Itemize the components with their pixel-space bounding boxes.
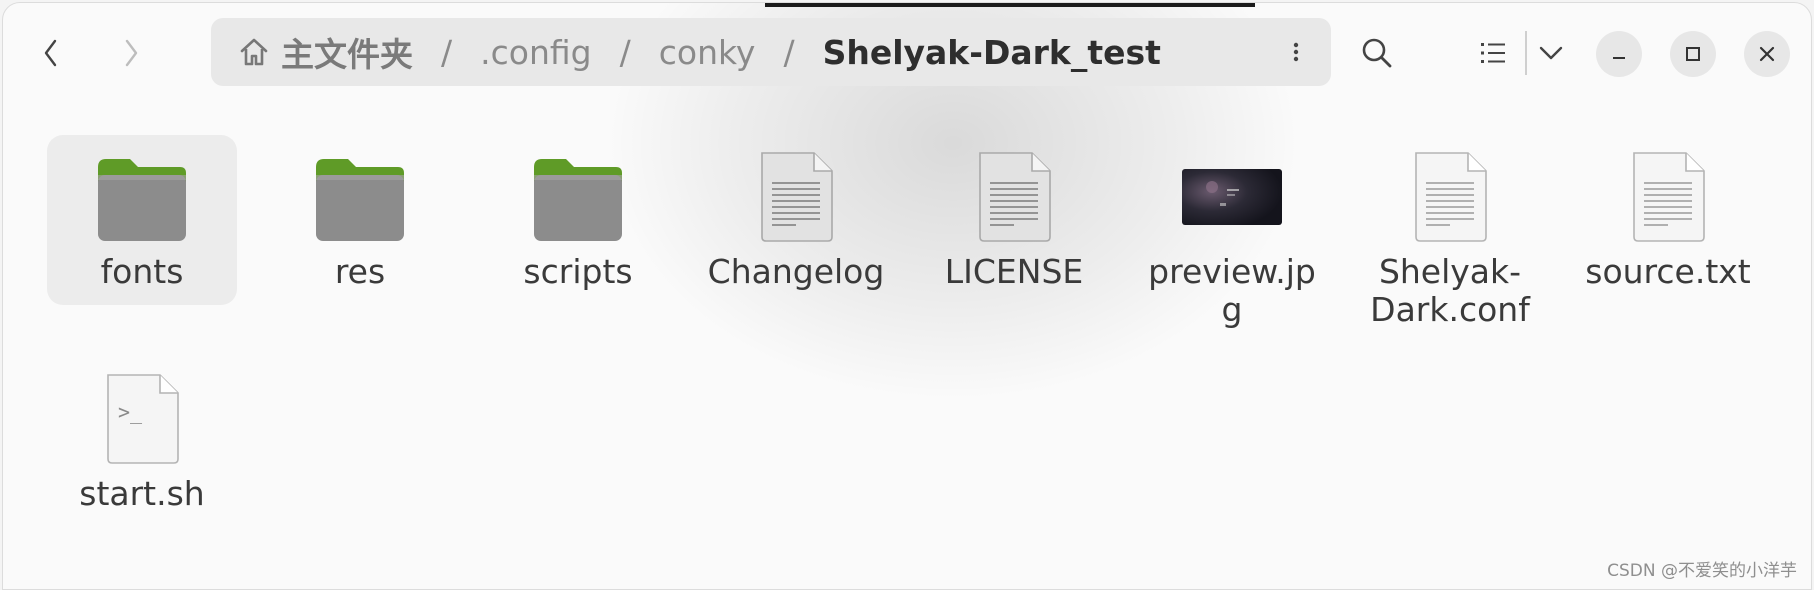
text-file-icon	[919, 135, 1109, 245]
file-item-fonts[interactable]: fonts	[47, 135, 237, 305]
file-name-line1: preview.jp	[1148, 252, 1316, 291]
file-name: source.txt	[1585, 252, 1751, 291]
text-file-icon	[1355, 135, 1545, 245]
file-name-line1: Shelyak-	[1378, 252, 1522, 291]
file-name: res	[334, 252, 386, 291]
file-manager-window: 主文件夹 / .config / conky / Shelyak-Dark_te…	[2, 2, 1812, 590]
file-item-preview[interactable]: preview.jp g	[1137, 135, 1327, 329]
file-grid: fonts res scripts Changelog LICENSE prev…	[3, 3, 1811, 589]
image-thumbnail	[1137, 135, 1327, 245]
file-item-res[interactable]: res	[265, 135, 455, 291]
folder-icon	[483, 135, 673, 245]
text-file-icon	[1573, 135, 1763, 245]
file-name: Changelog	[707, 252, 885, 291]
script-file-icon: >_	[47, 357, 237, 467]
text-file-icon	[701, 135, 891, 245]
file-name: start.sh	[79, 474, 205, 513]
file-item-license[interactable]: LICENSE	[919, 135, 1109, 291]
file-name: preview.jp g	[1137, 253, 1327, 329]
file-item-shelyak-conf[interactable]: Shelyak- Dark.conf	[1355, 135, 1545, 329]
terminal-prompt-glyph: >_	[118, 400, 143, 424]
file-name-line2: g	[1221, 290, 1243, 329]
file-name-line2: Dark.conf	[1370, 290, 1530, 329]
file-name: fonts	[100, 252, 184, 291]
file-item-changelog[interactable]: Changelog	[701, 135, 891, 291]
folder-icon	[47, 135, 237, 245]
file-item-start-sh[interactable]: >_ start.sh	[47, 357, 237, 513]
watermark: CSDN @不爱笑的小洋芋	[1607, 561, 1797, 581]
folder-icon	[265, 135, 455, 245]
file-name: LICENSE	[944, 252, 1084, 291]
file-name: scripts	[523, 252, 633, 291]
file-item-source-txt[interactable]: source.txt	[1573, 135, 1763, 291]
file-name: Shelyak- Dark.conf	[1355, 253, 1545, 329]
file-item-scripts[interactable]: scripts	[483, 135, 673, 291]
